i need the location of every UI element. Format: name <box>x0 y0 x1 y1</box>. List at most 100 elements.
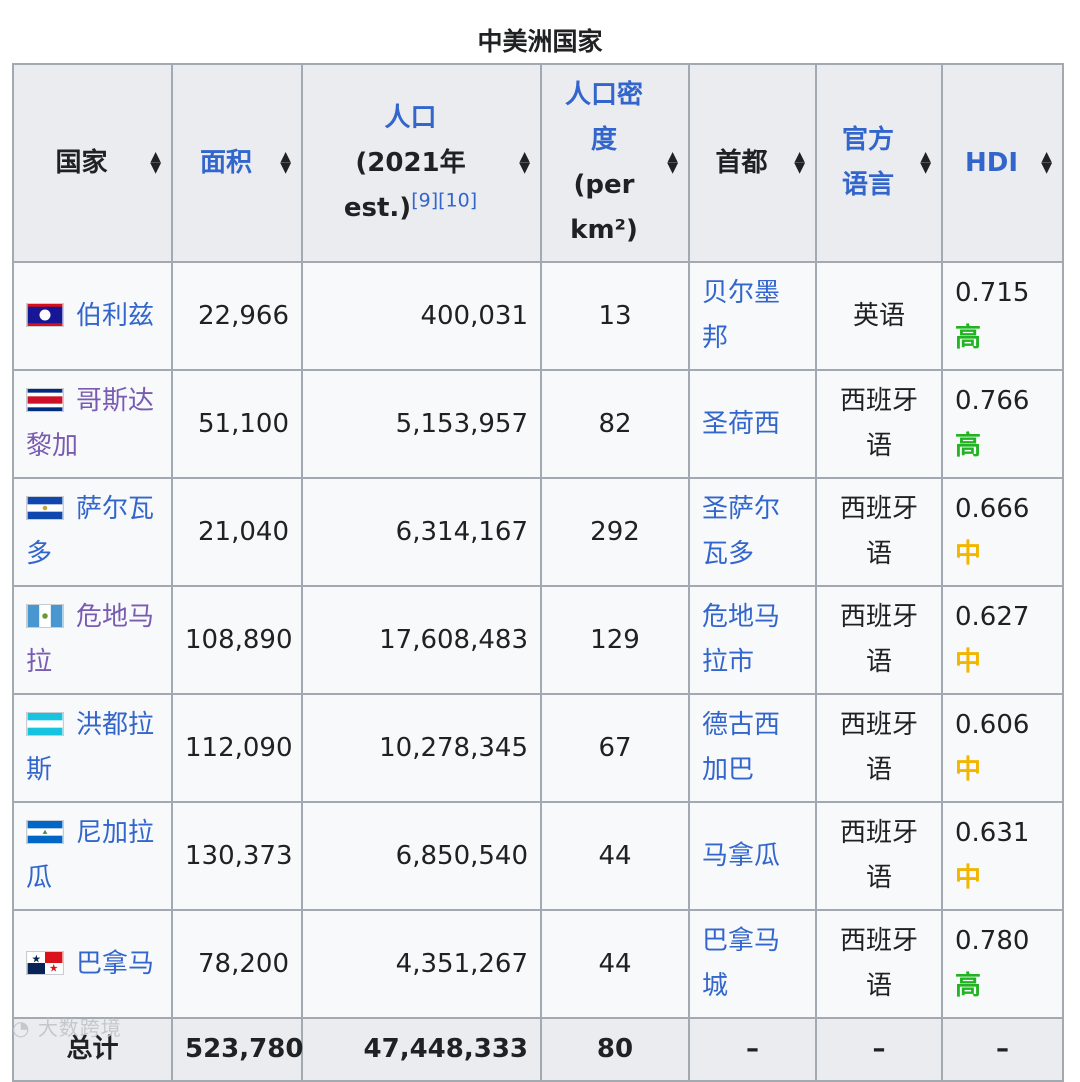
sort-arrows-icon[interactable]: ▲ ▼ <box>280 150 291 175</box>
table-row: 洪都拉斯 112,090 10,278,345 67 德古西加巴 西班牙语 0.… <box>12 693 1064 803</box>
country-cell: 哥斯达黎加 <box>12 369 173 479</box>
reference-link-9[interactable]: [9] <box>411 189 438 211</box>
header-capital[interactable]: 首都 ▲ ▼ <box>688 63 817 263</box>
hdi-value: 0.766 <box>955 386 1030 416</box>
population-cell: 400,031 <box>301 261 542 371</box>
language-cell: 西班牙语 <box>815 693 943 803</box>
language-cell: 英语 <box>815 261 943 371</box>
country-link[interactable]: 伯利兹 <box>76 301 154 331</box>
header-country[interactable]: 国家 ▲ ▼ <box>12 63 173 263</box>
hdi-level: 高 <box>955 971 982 1001</box>
table-row: 伯利兹 22,966 400,031 13 贝尔墨邦 英语 0.715 高 <box>12 261 1064 371</box>
header-population-link[interactable]: 人口 <box>384 103 436 133</box>
capital-cell: 危地马拉市 <box>688 585 817 695</box>
belize-flag-icon <box>26 302 64 327</box>
hdi-value: 0.631 <box>955 818 1030 848</box>
honduras-flag-icon <box>26 712 64 736</box>
language-cell: 西班牙语 <box>815 801 943 911</box>
sort-arrows-icon[interactable]: ▲ ▼ <box>1041 150 1052 175</box>
capital-link[interactable]: 危地马拉市 <box>702 602 780 677</box>
table-row: 尼加拉瓜 130,373 6,850,540 44 马拿瓜 西班牙语 0.631… <box>12 801 1064 911</box>
capital-cell: 德古西加巴 <box>688 693 817 803</box>
hdi-value: 0.666 <box>955 494 1030 524</box>
language-cell: 西班牙语 <box>815 477 943 587</box>
sort-arrows-icon[interactable]: ▲ ▼ <box>519 150 530 175</box>
hdi-value: 0.606 <box>955 710 1030 740</box>
hdi-level: 中 <box>955 647 982 677</box>
capital-link[interactable]: 巴拿马城 <box>702 926 780 1001</box>
total-density: 80 <box>540 1017 690 1082</box>
hdi-cell: 0.780 高 <box>941 909 1064 1019</box>
el-salvador-flag-icon <box>26 496 64 520</box>
capital-link[interactable]: 德古西加巴 <box>702 710 780 785</box>
language-cell: 西班牙语 <box>815 369 943 479</box>
population-cell: 10,278,345 <box>301 693 542 803</box>
area-cell: 21,040 <box>171 477 303 587</box>
table-row: 哥斯达黎加 51,100 5,153,957 82 圣荷西 西班牙语 0.766… <box>12 369 1064 479</box>
header-language[interactable]: 官方 语言 ▲ ▼ <box>815 63 943 263</box>
sort-arrows-icon[interactable]: ▲ ▼ <box>150 150 161 175</box>
header-language-link-a[interactable]: 官方 <box>842 125 894 155</box>
header-hdi-link[interactable]: HDI <box>965 148 1018 178</box>
total-area: 523,780 <box>171 1017 303 1082</box>
capital-link[interactable]: 马拿瓜 <box>702 841 780 871</box>
costa-rica-flag-icon <box>26 388 64 412</box>
population-cell: 5,153,957 <box>301 369 542 479</box>
country-cell: 萨尔瓦多 <box>12 477 173 587</box>
hdi-cell: 0.606 中 <box>941 693 1064 803</box>
density-cell: 13 <box>540 261 690 371</box>
guatemala-flag-icon <box>26 604 64 628</box>
header-population[interactable]: 人口 (2021年 est.)[9][10] ▲ ▼ <box>301 63 542 263</box>
capital-link[interactable]: 圣萨尔瓦多 <box>702 494 780 569</box>
density-cell: 129 <box>540 585 690 695</box>
area-cell: 130,373 <box>171 801 303 911</box>
table-caption: 中美洲国家 <box>477 27 603 56</box>
header-density-link-a[interactable]: 人口密 <box>565 80 643 110</box>
sort-arrows-icon[interactable]: ▲ ▼ <box>794 150 805 175</box>
population-cell: 6,314,167 <box>301 477 542 587</box>
country-link[interactable]: 巴拿马 <box>76 949 154 979</box>
header-language-link-b[interactable]: 语言 <box>842 170 894 200</box>
area-cell: 22,966 <box>171 261 303 371</box>
nicaragua-flag-icon <box>26 820 64 844</box>
central-america-table: 国家 ▲ ▼ 面积 ▲ ▼ 人口 (2021年 est.)[9][10] ▲ ▼ 人口… <box>12 63 1064 1082</box>
header-hdi[interactable]: HDI ▲ ▼ <box>941 63 1064 263</box>
country-cell: 巴拿马 <box>12 909 173 1019</box>
header-population-est: est.) <box>343 192 412 223</box>
capital-link[interactable]: 圣荷西 <box>702 409 780 439</box>
hdi-cell: 0.666 中 <box>941 477 1064 587</box>
area-cell: 112,090 <box>171 693 303 803</box>
density-cell: 44 <box>540 801 690 911</box>
total-capital: – <box>688 1017 817 1082</box>
capital-cell: 贝尔墨邦 <box>688 261 817 371</box>
language-cell: 西班牙语 <box>815 909 943 1019</box>
header-row: 国家 ▲ ▼ 面积 ▲ ▼ 人口 (2021年 est.)[9][10] ▲ ▼ 人口… <box>12 63 1064 263</box>
language-cell: 西班牙语 <box>815 585 943 695</box>
header-country-label: 国家 <box>55 147 108 178</box>
reference-link-10[interactable]: [10] <box>438 189 477 211</box>
sort-arrows-icon[interactable]: ▲ ▼ <box>920 150 931 175</box>
panama-flag-icon <box>26 950 64 975</box>
area-cell: 78,200 <box>171 909 303 1019</box>
hdi-value: 0.627 <box>955 602 1030 632</box>
header-area[interactable]: 面积 ▲ ▼ <box>171 63 303 263</box>
capital-link[interactable]: 贝尔墨邦 <box>702 278 780 353</box>
capital-cell: 圣荷西 <box>688 369 817 479</box>
capital-cell: 巴拿马城 <box>688 909 817 1019</box>
header-density-link-b[interactable]: 度 <box>591 125 617 155</box>
density-cell: 44 <box>540 909 690 1019</box>
sort-arrows-icon[interactable]: ▲ ▼ <box>667 150 678 175</box>
hdi-value: 0.715 <box>955 278 1030 308</box>
hdi-level: 高 <box>955 323 982 353</box>
table-row: 危地马拉 108,890 17,608,483 129 危地马拉市 西班牙语 0… <box>12 585 1064 695</box>
header-density[interactable]: 人口密 度 (per km²) ▲ ▼ <box>540 63 690 263</box>
hdi-cell: 0.627 中 <box>941 585 1064 695</box>
density-cell: 82 <box>540 369 690 479</box>
total-row: 总计 523,780 47,448,333 80 – – – <box>12 1017 1064 1082</box>
hdi-value: 0.780 <box>955 926 1030 956</box>
population-cell: 17,608,483 <box>301 585 542 695</box>
density-cell: 67 <box>540 693 690 803</box>
population-cell: 6,850,540 <box>301 801 542 911</box>
hdi-level: 中 <box>955 755 982 785</box>
header-area-link[interactable]: 面积 <box>200 148 252 178</box>
